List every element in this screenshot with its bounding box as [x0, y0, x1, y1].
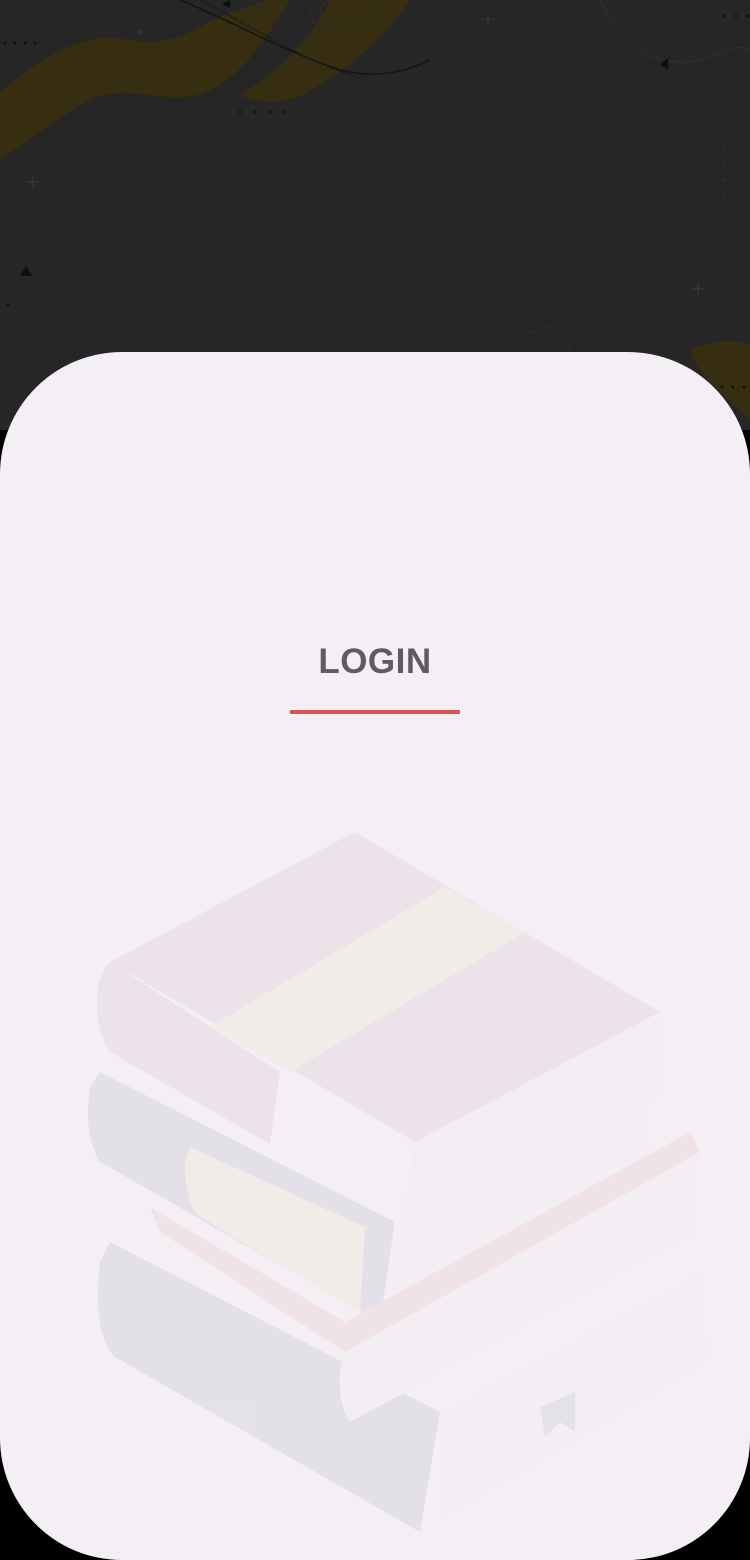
stacked-books-illustration	[88, 832, 710, 1532]
login-screen: LOGIN	[0, 0, 750, 1560]
login-card: LOGIN	[0, 352, 750, 1560]
login-title: LOGIN	[318, 642, 432, 681]
title-underline	[290, 710, 460, 714]
